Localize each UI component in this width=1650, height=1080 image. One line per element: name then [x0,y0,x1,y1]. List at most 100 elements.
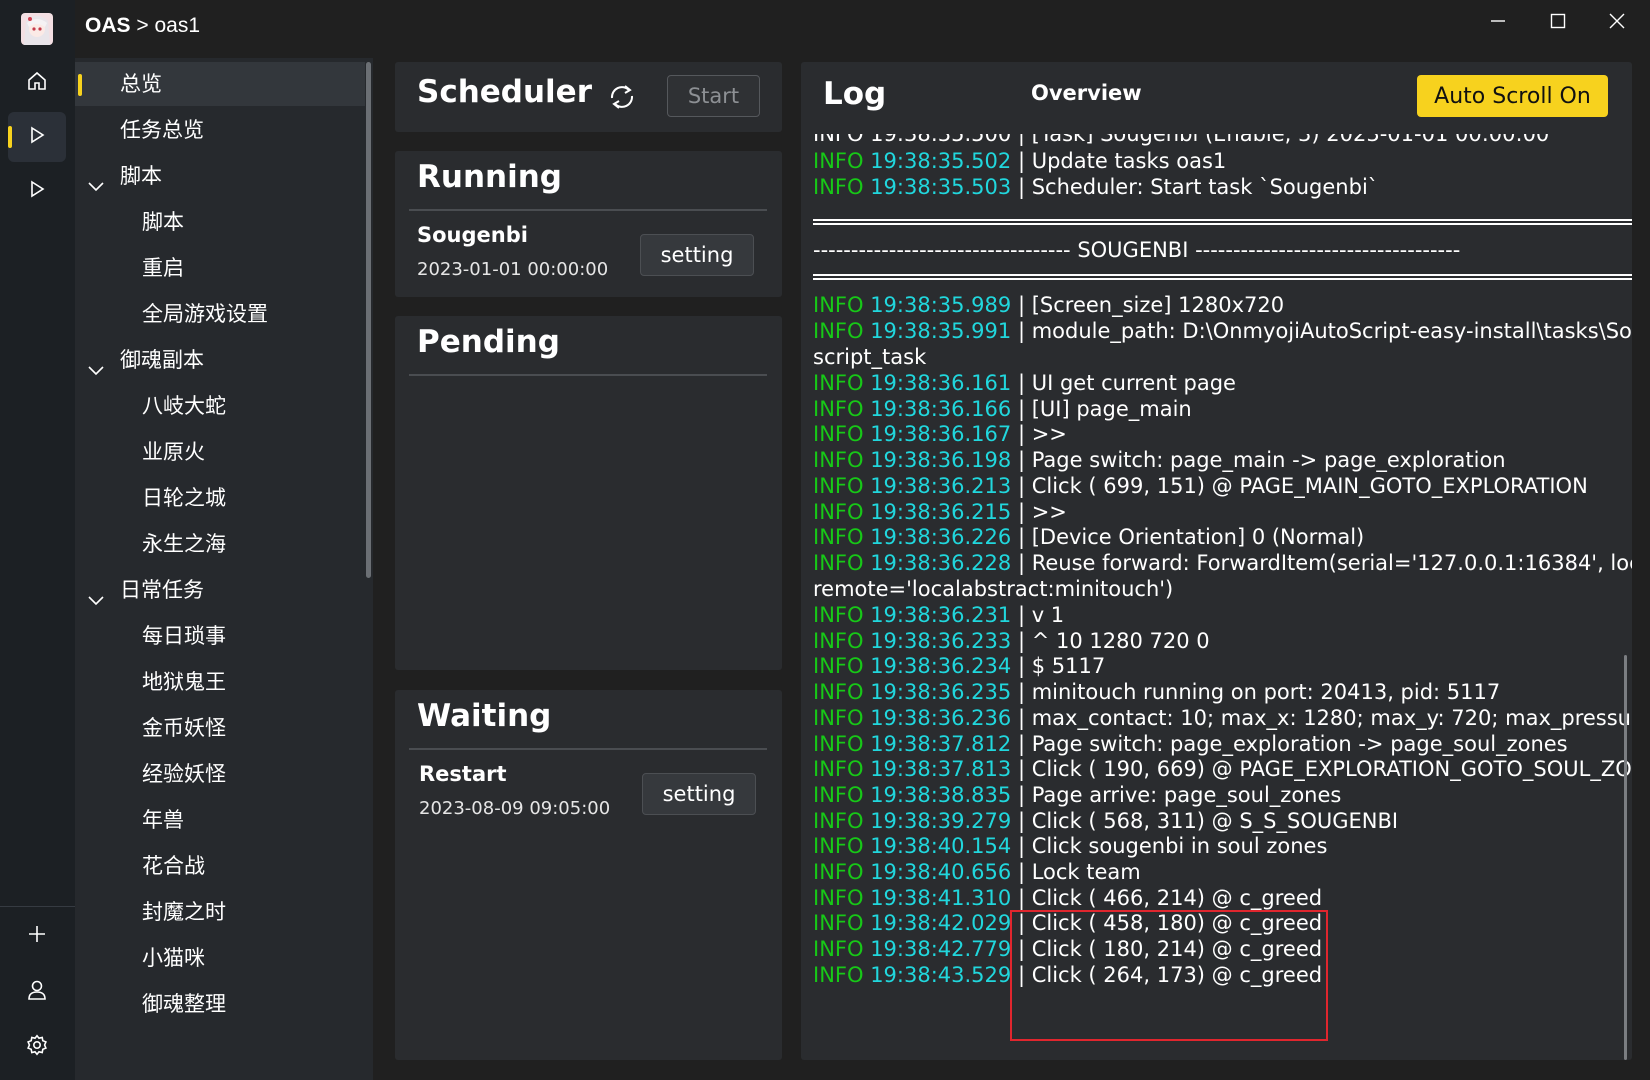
sidebar-item-sougenbi[interactable]: 业原火 [75,430,365,474]
log-line: INFO 19:38:36.213 | Click ( 699, 151) @ … [813,473,1588,500]
sidebar-group-soul[interactable]: 御魂副本 [75,338,365,382]
log-message: [Screen_size] 1280x720 [1031,293,1285,317]
window-title: OAS > oas1 [85,14,200,38]
log-message: Click sougenbi in soul zones [1031,834,1328,859]
sidebar-scrollbar[interactable] [366,62,371,578]
sidebar-item-label: 任务总览 [120,118,204,142]
log-level: INFO [813,782,871,807]
close-icon [1609,13,1625,33]
add-config-button[interactable] [8,911,66,961]
user-icon [26,979,48,1005]
log-message: module_path: D:\OnmyojiAutoScript-easy-i… [1031,318,1632,343]
log-message: Update tasks oas1 [1031,149,1227,173]
log-time: 19:38:41.310 [870,885,1012,910]
refresh-icon[interactable] [605,80,639,118]
running-setting-button[interactable]: setting [640,234,754,276]
sidebar-item-sun-city[interactable]: 日轮之城 [75,476,365,520]
log-time: 19:38:35.989 [870,293,1012,317]
log-line: INFO 19:38:36.231 | v 1 [813,602,1064,629]
log-level: INFO [813,603,871,627]
sidebar-item-restart[interactable]: 重启 [75,246,365,290]
log-time: 19:38:36.226 [870,525,1012,550]
log-time: 19:38:36.234 [870,654,1012,679]
sidebar-item-demon-seal[interactable]: 封魔之时 [75,890,365,934]
log-separator: | [1011,680,1032,705]
home-button[interactable] [8,58,66,108]
maximize-button[interactable] [1535,6,1581,40]
log-message: >> [1031,422,1067,447]
log-level: INFO [813,757,871,782]
log-separator: | [1011,628,1032,653]
sidebar-item-label: 全局游戏设置 [142,302,268,326]
sidebar-item-label: 小猫咪 [142,946,205,970]
sidebar-item-orochi[interactable]: 八岐大蛇 [75,384,365,428]
selected-indicator [78,74,82,96]
minimize-button[interactable] [1475,6,1521,40]
sidebar-group-script[interactable]: 脚本 [75,154,365,198]
settings-button[interactable] [8,1022,66,1072]
log-time: 19:38:39.279 [870,808,1012,833]
auto-scroll-button[interactable]: Auto Scroll On [1417,75,1608,117]
sidebar-item-script[interactable]: 脚本 [75,200,365,244]
log-time: 19:38:36.167 [870,422,1012,447]
log-separator: | [1011,371,1032,395]
start-button[interactable]: Start [667,75,760,117]
log-time: 19:38:38.835 [870,782,1012,807]
waiting-setting-button[interactable]: setting [642,773,756,815]
run-button[interactable] [8,166,66,216]
log-separator: | [1011,603,1032,627]
log-level: INFO [813,371,871,395]
log-line: INFO 19:38:36.228 | Reuse forward: Forwa… [813,550,1632,577]
log-separator: | [1011,149,1032,173]
pending-card: Pending [395,316,782,670]
log-title: Log [823,76,887,112]
sidebar-item-gold-youkai[interactable]: 金币妖怪 [75,706,365,750]
sidebar-item-exp-youkai[interactable]: 经验妖怪 [75,752,365,796]
waiting-task-name: Restart [419,762,507,786]
run-button-active[interactable] [8,112,66,162]
sidebar-item-daily-trifles[interactable]: 每日琐事 [75,614,365,658]
sidebar-item-eternal-sea[interactable]: 永生之海 [75,522,365,566]
gear-icon [26,1034,48,1060]
log-message: max_contact: 10; max_x: 1280; max_y: 720… [1031,705,1632,730]
log-separator: | [1011,885,1032,910]
log-level: INFO [813,550,871,575]
log-level: INFO [813,473,871,498]
log-line: INFO 19:38:36.233 | ^ 10 1280 720 0 [813,628,1210,655]
divider [409,374,767,376]
log-message: [Device Orientation] 0 (Normal) [1031,525,1365,550]
log-time: 19:38:40.656 [870,860,1012,884]
log-time: 19:38:36.231 [870,603,1012,627]
account-button[interactable] [8,967,66,1017]
log-message: Click ( 466, 214) @ c_greed [1031,885,1323,910]
sidebar-item-overview[interactable]: 总览 [75,62,365,106]
sidebar-group-daily[interactable]: 日常任务 [75,568,365,612]
log-separator: | [1011,473,1032,498]
log-level: INFO [813,318,871,343]
icon-rail [0,0,75,1080]
scheduler-title: Scheduler [417,74,592,110]
log-separator: | [1011,860,1032,884]
log-message: Page switch: page_main -> page_explorati… [1031,448,1506,473]
sidebar-item-global-game[interactable]: 全局游戏设置 [75,292,365,336]
sidebar-group-label: 御魂副本 [120,348,204,372]
divider [409,748,767,750]
sidebar-item-task-overview[interactable]: 任务总览 [75,108,365,152]
log-banner: ---------------------------------- SOUGE… [813,237,1460,264]
sidebar-item-hanafuda[interactable]: 花合战 [75,844,365,888]
log-separator: | [1011,731,1032,756]
sidebar-item-kitten[interactable]: 小猫咪 [75,936,365,980]
pending-title: Pending [417,324,560,360]
sidebar-item-soul-sort[interactable]: 御魂整理 [75,982,365,1026]
log-level: INFO [813,911,871,936]
log-line: INFO 19:38:37.813 | Click ( 190, 669) @ … [813,756,1632,783]
home-icon [26,70,48,96]
log-scrollbar[interactable] [1624,655,1627,1060]
sidebar-item-label: 封魔之时 [142,900,226,924]
sidebar-item-nian[interactable]: 年兽 [75,798,365,842]
close-button[interactable] [1594,6,1640,40]
sidebar-item-demon-king[interactable]: 地狱鬼王 [75,660,365,704]
overview-tab[interactable]: Overview [1031,81,1142,105]
highlight-box [1010,910,1328,1041]
log-separator: | [1011,174,1032,199]
